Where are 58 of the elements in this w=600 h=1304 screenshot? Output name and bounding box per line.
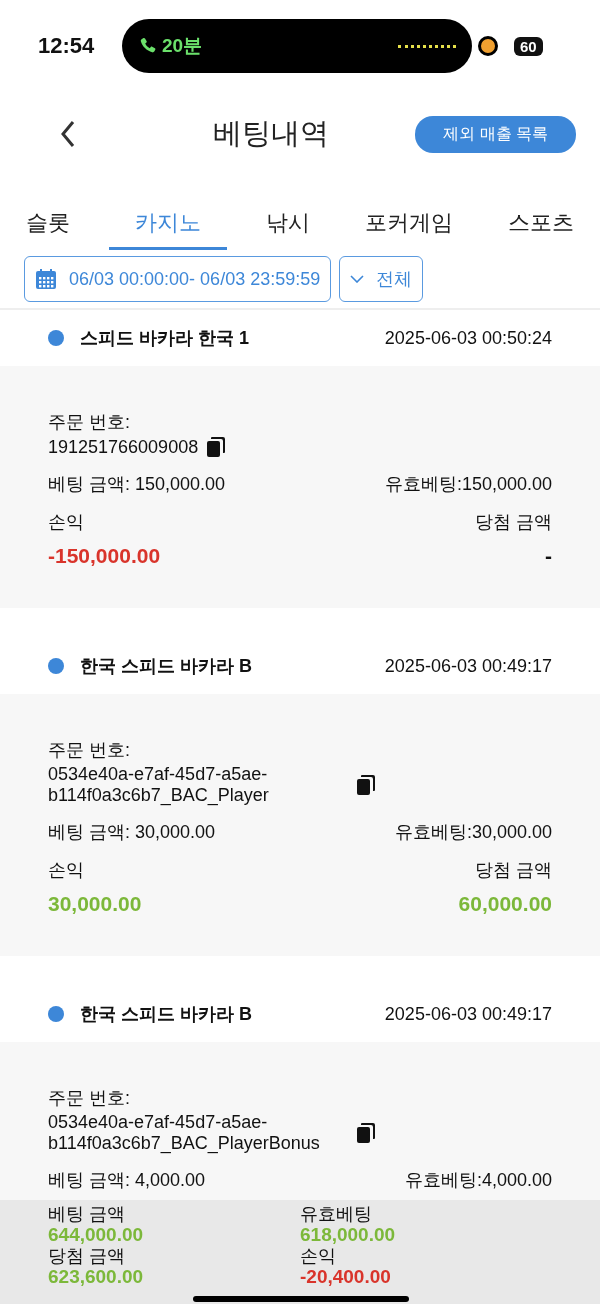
profit-label: 손익	[48, 511, 84, 534]
summary-value: 623,600.00	[48, 1266, 145, 1288]
back-icon[interactable]	[60, 120, 76, 148]
page-title: 베팅내역	[213, 116, 329, 151]
bet-amount: 베팅 금액: 30,000.00	[48, 821, 216, 844]
order-label: 주문 번호:	[48, 739, 131, 762]
profit-label: 손익	[48, 859, 84, 882]
summary-value: 618,000.00	[300, 1224, 397, 1246]
audio-wave-icon	[398, 44, 456, 48]
date-range-field[interactable]: 06/03 00:00:00- 06/03 23:59:59	[24, 256, 332, 302]
excluded-sales-button[interactable]: 제외 매출 목록	[415, 115, 576, 153]
summary-label: 베팅 금액	[48, 1204, 126, 1224]
status-time: 12:54	[38, 33, 96, 59]
summary-label: 손익	[300, 1246, 337, 1266]
battery-indicator: 60	[514, 36, 543, 56]
win-value: -	[545, 544, 552, 568]
copy-icon[interactable]	[356, 774, 376, 796]
order-number: 0534e40a-e7af-45d7-a5ae-b114f0a3c6b7_BAC_Player	[48, 764, 270, 806]
call-duration: 20분	[162, 34, 203, 58]
summary-label: 유효베팅	[300, 1204, 373, 1224]
game-name: 한국 스피드 바카라 B	[80, 1003, 252, 1026]
game-name: 스피드 바카라 한국 1	[80, 327, 249, 350]
calendar-icon	[35, 268, 57, 290]
tab[interactable]: 카지노	[109, 184, 227, 250]
order-number: 191251766009008	[48, 436, 199, 458]
win-value: 60,000.00	[458, 892, 552, 916]
bet-time: 2025-06-03 00:49:17	[384, 1003, 552, 1025]
valid-bet: 유효베팅:30,000.00	[394, 821, 552, 844]
tab[interactable]: 슬롯	[10, 184, 86, 250]
order-label: 주문 번호:	[48, 1087, 131, 1110]
valid-bet: 유효베팅:4,000.00	[404, 1169, 552, 1192]
win-label: 당첨 금액	[475, 859, 552, 882]
order-label: 주문 번호:	[48, 411, 131, 434]
copy-icon[interactable]	[206, 436, 227, 458]
bet-time: 2025-06-03 00:49:17	[384, 655, 552, 677]
tab[interactable]: 스포츠	[492, 184, 590, 250]
summary-label: 당첨 금액	[48, 1246, 126, 1266]
status-dot-icon	[48, 1006, 64, 1022]
summary-value: 644,000.00	[48, 1224, 145, 1246]
call-pill[interactable]: 20분	[122, 19, 472, 73]
copy-icon[interactable]	[356, 1122, 376, 1144]
summary-value: -20,400.00	[300, 1266, 392, 1288]
valid-bet: 유효베팅:150,000.00	[384, 473, 552, 496]
bet-amount: 베팅 금액: 4,000.00	[48, 1169, 206, 1192]
profit-value: -150,000.00	[48, 544, 161, 568]
profit-value: 30,000.00	[48, 892, 142, 916]
recording-dot-icon	[478, 36, 498, 56]
status-dot-icon	[48, 658, 64, 674]
status-dot-icon	[48, 330, 64, 346]
type-dropdown[interactable]: 전체	[339, 256, 424, 302]
game-name: 한국 스피드 바카라 B	[80, 655, 252, 678]
bet-time: 2025-06-03 00:50:24	[384, 327, 552, 349]
order-number: 0534e40a-e7af-45d7-a5ae-b114f0a3c6b7_BAC_PlayerBonus	[48, 1112, 321, 1154]
bet-amount: 베팅 금액: 150,000.00	[48, 473, 226, 496]
tab[interactable]: 포커게임	[349, 184, 469, 250]
tab[interactable]: 낚시	[250, 184, 326, 250]
win-label: 당첨 금액	[475, 511, 552, 534]
chevron-down-icon	[350, 275, 365, 283]
